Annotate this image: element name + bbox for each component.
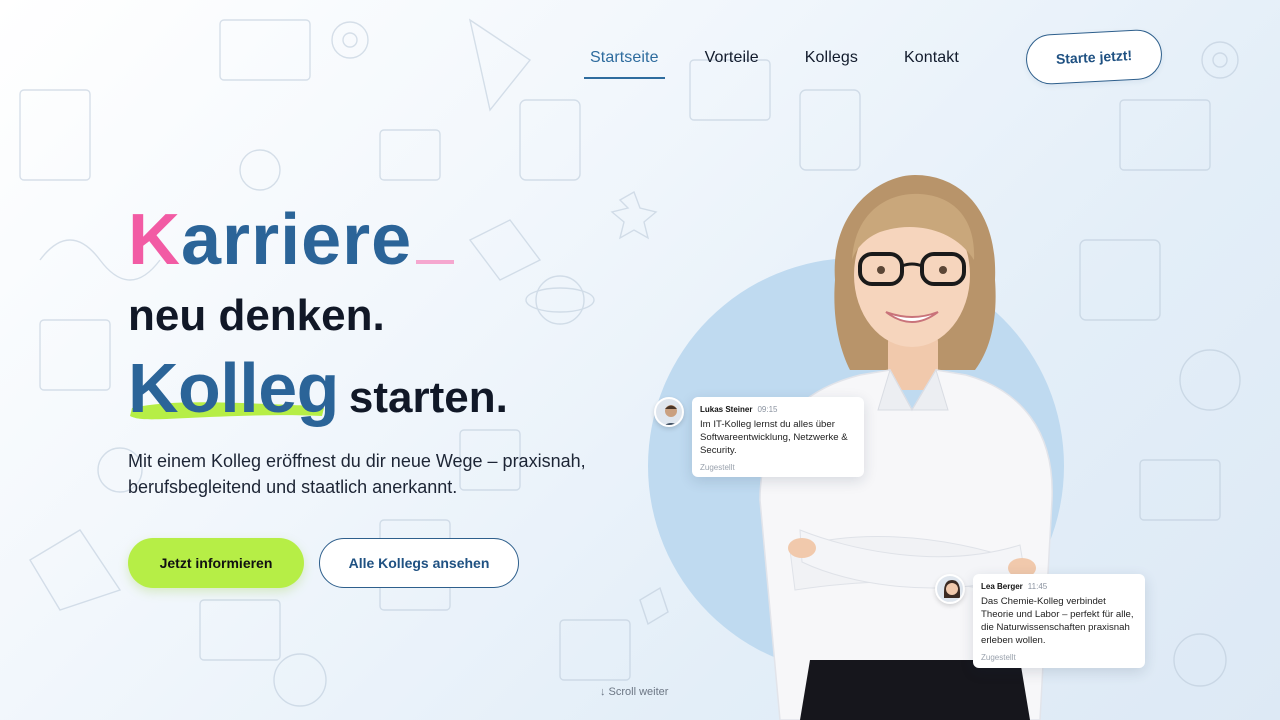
typing-cursor bbox=[416, 260, 455, 264]
avatar-lukas bbox=[654, 397, 684, 427]
headline-word-kolleg: Kolleg bbox=[128, 349, 339, 427]
headline-word-karriere: arriere bbox=[181, 200, 413, 280]
hero-description: Mit einem Kolleg eröffnest du dir neue W… bbox=[128, 451, 586, 497]
chat-card-lukas: Lukas Steiner 09:15 Im IT-Kolleg lernst … bbox=[692, 397, 864, 477]
starte-jetzt-button[interactable]: Starte jetzt! bbox=[1024, 28, 1164, 86]
avatar-lea bbox=[935, 574, 965, 604]
main-navigation: Startseite Vorteile Kollegs Kontakt Star… bbox=[584, 28, 1164, 86]
chat-card-lea: Lea Berger 11:45 Das Chemie-Kolleg verbi… bbox=[973, 574, 1145, 668]
headline-initial: K bbox=[128, 200, 181, 280]
chat-time: 11:45 bbox=[1027, 582, 1048, 591]
chat-sender-name: Lukas Steiner bbox=[700, 405, 753, 414]
hero-headline-line1: Karriere bbox=[128, 200, 648, 280]
chat-time: 09:15 bbox=[757, 405, 778, 414]
chat-status: Zugestellt bbox=[981, 653, 1016, 662]
nav-item-kollegs[interactable]: Kollegs bbox=[805, 49, 858, 67]
hero-headline-line2: neu denken. bbox=[128, 291, 385, 340]
jetzt-informieren-button[interactable]: Jetzt informieren bbox=[128, 538, 304, 588]
hero-headline-line3: Kolleg starten. bbox=[128, 348, 648, 430]
chat-message: Im IT-Kolleg lernst du alles über Softwa… bbox=[700, 419, 848, 456]
headline-word-starten: starten. bbox=[348, 373, 508, 422]
chat-message: Das Chemie-Kolleg verbindet Theorie und … bbox=[981, 596, 1134, 646]
nav-item-startseite[interactable]: Startseite bbox=[584, 49, 665, 79]
nav-item-kontakt[interactable]: Kontakt bbox=[904, 49, 959, 67]
nav-item-vorteile[interactable]: Vorteile bbox=[705, 49, 759, 67]
chat-status: Zugestellt bbox=[700, 463, 735, 472]
alle-kollegs-ansehen-button[interactable]: Alle Kollegs ansehen bbox=[319, 538, 519, 588]
scroll-hint[interactable]: ↓ Scroll weiter bbox=[600, 686, 668, 698]
hero-section: Karriere neu denken. Kolleg starten. Mit … bbox=[128, 200, 648, 500]
chat-sender-name: Lea Berger bbox=[981, 582, 1023, 591]
